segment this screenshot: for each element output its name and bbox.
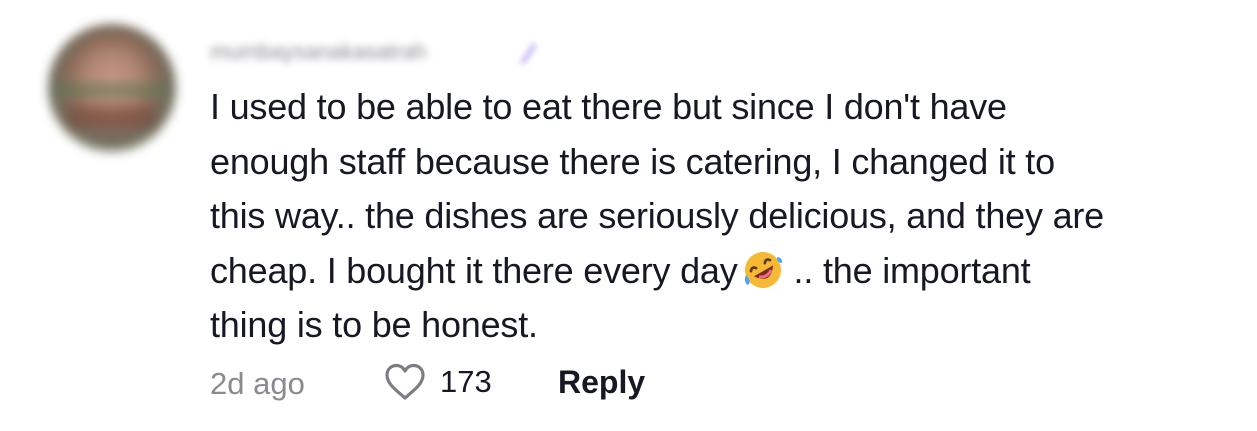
verified-badge-icon bbox=[520, 43, 537, 65]
comment-text: I used to be able to eat there but since… bbox=[210, 80, 1250, 353]
like-button[interactable]: 173 bbox=[382, 360, 502, 404]
comment-line: this way.. the dishes are seriously deli… bbox=[210, 195, 1105, 236]
avatar-detail bbox=[56, 82, 168, 98]
avatar-detail bbox=[66, 106, 156, 128]
comment-line: thing is to be honest. bbox=[210, 304, 538, 345]
comment-line-segment: cheap. I bought it there every day bbox=[210, 249, 738, 291]
timestamp: 2d ago bbox=[210, 366, 305, 401]
comment-actions: 2d ago 173 Reply bbox=[210, 360, 910, 408]
comment-line-segment: .. the important bbox=[793, 249, 1031, 291]
comment-line: I used to be able to eat there but since… bbox=[210, 86, 1007, 127]
like-count: 173 bbox=[440, 364, 492, 399]
username[interactable]: mumbaysanakasatrah bbox=[210, 38, 426, 66]
comment-item: mumbaysanakasatrah I used to be able to … bbox=[0, 0, 1257, 431]
avatar[interactable] bbox=[48, 24, 176, 152]
reply-button[interactable]: Reply bbox=[558, 364, 645, 401]
rolling-on-the-floor-laughing-icon bbox=[744, 251, 782, 288]
comment-line: enough staff because there is catering, … bbox=[210, 140, 1055, 182]
comment-line-with-emoji: cheap. I bought it there every day .. th… bbox=[210, 244, 1250, 299]
heart-icon bbox=[385, 363, 425, 400]
